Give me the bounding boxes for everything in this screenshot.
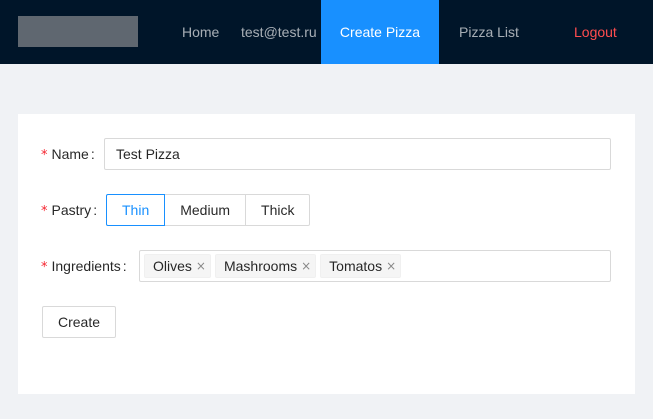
close-icon[interactable]: × [196, 255, 206, 277]
close-icon[interactable]: × [301, 255, 311, 277]
required-mark: * [41, 260, 48, 275]
nav-pizza-list[interactable]: Pizza List [459, 0, 521, 64]
required-mark: * [41, 204, 48, 219]
pastry-row: * Pastry: Thin Medium Thick [18, 194, 635, 226]
create-pizza-form: *Name: *Pastry: Thin Medium Thick *Ingre… [18, 114, 635, 394]
pastry-label: * Pastry: [41, 194, 97, 226]
ingredient-tag-label: Mashrooms [223, 258, 298, 274]
label-colon: : [90, 146, 95, 162]
nav-home[interactable]: Home [182, 0, 222, 64]
name-label-text: Name [51, 146, 89, 162]
pastry-label-text: Pastry [51, 202, 92, 218]
ingredients-select[interactable]: Olives × Mashrooms × Tomatos × [139, 250, 611, 282]
ingredient-tag-label: Tomatos [329, 258, 383, 274]
top-navbar: Home test@test.ru Create Pizza Pizza Lis… [0, 0, 653, 64]
name-label: * Name: [41, 138, 95, 170]
create-button[interactable]: Create [42, 306, 117, 338]
nav-create-pizza[interactable]: Create Pizza [321, 0, 439, 64]
ingredients-row: * Ingredients: Olives × Mashrooms × Tomat… [18, 250, 635, 282]
label-colon: : [122, 258, 127, 274]
required-mark: * [41, 148, 48, 163]
ingredients-label-text: Ingredients [51, 258, 121, 274]
ingredient-tag-label: Olives [153, 258, 192, 274]
ingredient-tag: Tomatos × [320, 254, 402, 278]
nav-user-email[interactable]: test@test.ru [241, 0, 321, 64]
ingredient-tag: Olives × [144, 254, 211, 278]
pastry-radio-group: Thin Medium Thick [106, 194, 311, 226]
close-icon[interactable]: × [386, 255, 396, 277]
pastry-option-thick[interactable]: Thick [245, 194, 311, 226]
ingredients-label: * Ingredients: [41, 250, 127, 282]
pastry-option-thin[interactable]: Thin [106, 194, 166, 226]
logo [18, 16, 138, 47]
name-input[interactable] [104, 138, 611, 170]
pastry-option-medium[interactable]: Medium [164, 194, 247, 226]
ingredient-tag: Mashrooms × [214, 254, 317, 278]
name-row: * Name: [18, 138, 635, 170]
nav-logout[interactable]: Logout [574, 0, 634, 64]
label-colon: : [93, 202, 98, 218]
